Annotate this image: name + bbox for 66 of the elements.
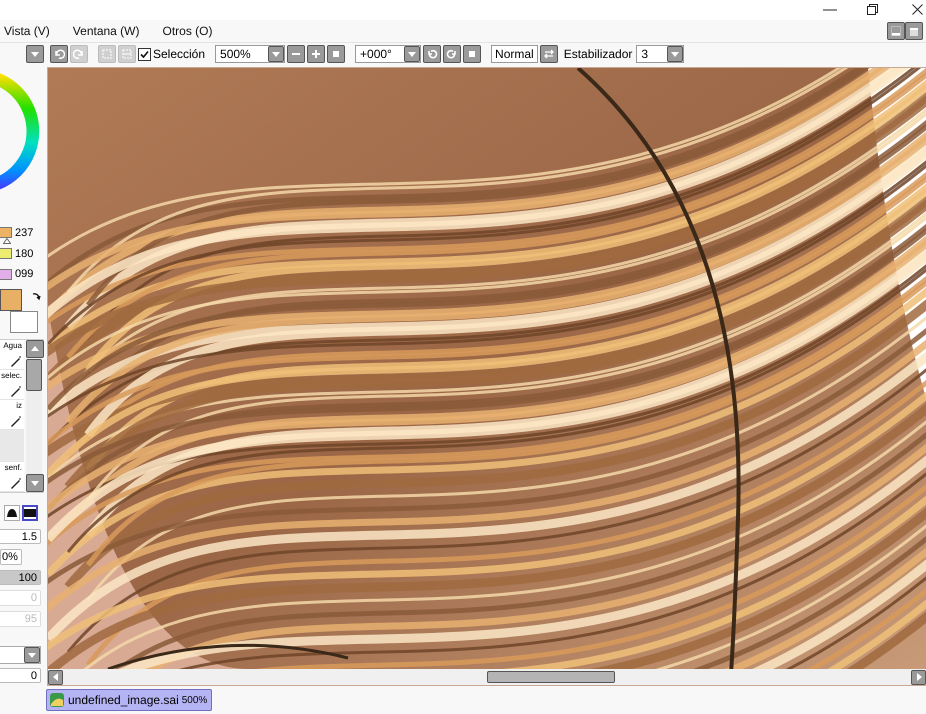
tool-item[interactable]: senf.	[0, 462, 24, 492]
scrollbar-thumb[interactable]	[487, 671, 615, 684]
rotation-dropdown[interactable]: +000°	[355, 45, 422, 64]
dropdown-field[interactable]	[0, 646, 41, 664]
minimize-icon	[823, 8, 837, 11]
tool-item[interactable]: selec.	[0, 370, 24, 400]
color-value: 180	[15, 248, 34, 260]
hard-edge-icon	[24, 508, 36, 518]
background-color-swatch[interactable]	[10, 310, 38, 333]
brush-shape-button[interactable]	[4, 504, 20, 521]
tool-item[interactable]: Agua	[0, 340, 24, 370]
pen-icon	[10, 476, 22, 489]
blend-mode-button[interactable]: Normal	[491, 45, 538, 64]
pen-icon	[10, 384, 22, 397]
color-slider[interactable]	[0, 248, 12, 260]
rotate-right-button[interactable]	[443, 45, 462, 64]
reset-zoom-button[interactable]	[327, 45, 346, 64]
value-field[interactable]: 0%	[0, 549, 22, 565]
zoom-out-button[interactable]	[287, 45, 306, 64]
zoom-dropdown[interactable]: 500%	[215, 45, 286, 64]
stabilizer-dropdown[interactable]: 3	[636, 45, 684, 64]
rotate-left-icon	[426, 48, 438, 60]
scrollbar-thumb[interactable]	[26, 358, 42, 391]
color-slider[interactable]	[0, 268, 12, 280]
selection-checkbox[interactable]: Selección	[138, 47, 206, 62]
stabilizer-label: Estabilizador	[564, 47, 632, 62]
deselect-icon	[121, 48, 133, 60]
zoom-in-button[interactable]	[307, 45, 326, 64]
check-icon	[139, 48, 150, 60]
pen-icon	[10, 414, 22, 427]
scroll-right-button[interactable]	[911, 670, 926, 685]
value-field[interactable]: 1.5	[0, 528, 41, 544]
soft-edge-icon	[6, 508, 18, 518]
scroll-left-button[interactable]	[48, 670, 63, 685]
minimize-button[interactable]	[887, 22, 905, 40]
value-field[interactable]: 100	[0, 570, 41, 586]
foreground-color-swatch[interactable]	[0, 288, 22, 311]
reset-rotation-button[interactable]	[463, 45, 482, 64]
value-field[interactable]: 0	[0, 668, 41, 684]
restore-button[interactable]	[905, 22, 923, 40]
swap-arrow-icon	[31, 290, 41, 301]
select-all-icon	[101, 48, 113, 60]
color-slider[interactable]	[0, 227, 12, 238]
pen-icon	[10, 354, 22, 367]
close-icon	[912, 4, 923, 16]
scroll-down-button[interactable]	[26, 474, 44, 492]
image-file-icon	[49, 692, 65, 708]
scroll-up-button[interactable]	[26, 340, 44, 358]
flip-icon	[542, 48, 555, 60]
undo-icon	[53, 48, 65, 60]
rotate-left-button[interactable]	[423, 45, 442, 64]
zoom-in-icon	[310, 48, 322, 60]
dropdown-button[interactable]	[26, 45, 44, 64]
menu-item[interactable]: Vista (V)	[0, 24, 54, 38]
restore-icon	[867, 4, 878, 16]
color-value: 237	[15, 226, 34, 239]
rotate-right-icon	[446, 48, 458, 60]
document-tab[interactable]: undefined_image.sai 500%	[46, 689, 212, 712]
menu-item[interactable]: Ventana (W)	[68, 24, 144, 38]
menu-item[interactable]: Otros (O)	[158, 24, 216, 38]
flip-button[interactable]	[540, 45, 558, 64]
minimize-icon	[890, 24, 902, 37]
redo-icon	[73, 48, 85, 60]
undo-button[interactable]	[50, 45, 68, 64]
brush-shape-button[interactable]	[22, 504, 38, 521]
color-value: 099	[15, 268, 34, 280]
